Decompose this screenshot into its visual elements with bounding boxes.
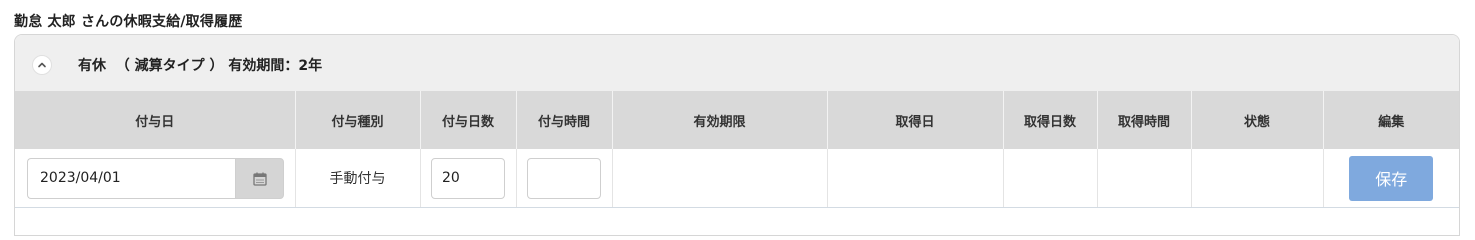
leave-history-panel: 有休 （ 減算タイプ ） 有効期間：2年 付与日 付与種別 付与日数 付与時間 … (14, 34, 1460, 236)
grant-type-cell: 手動付与 (295, 149, 421, 208)
table-header-row: 付与日 付与種別 付与日数 付与時間 有効期限 取得日 取得日数 取得時間 状態… (15, 91, 1459, 149)
column-header-grant-type[interactable]: 付与種別 (295, 91, 421, 149)
column-header-expiry[interactable]: 有効期限 (612, 91, 828, 149)
leave-grant-table: 付与日 付与種別 付与日数 付与時間 有効期限 取得日 取得日数 取得時間 状態… (15, 91, 1459, 208)
grant-date-picker (27, 157, 284, 199)
save-button[interactable]: 保存 (1349, 155, 1434, 201)
calendar-icon (253, 172, 267, 186)
collapse-button[interactable] (32, 55, 52, 75)
panel-title: 有休 （ 減算タイプ ） 有効期間：2年 (78, 58, 323, 74)
acquired-date-cell (827, 149, 1004, 208)
acquired-hours-cell (1097, 149, 1192, 208)
edit-cell: 保存 (1323, 149, 1459, 208)
grant-days-cell (420, 149, 517, 208)
grant-days-input[interactable] (431, 157, 505, 199)
column-header-grant-date[interactable]: 付与日 (15, 91, 296, 149)
column-header-grant-days[interactable]: 付与日数 (420, 91, 517, 149)
acquired-days-cell (1003, 149, 1098, 208)
column-header-edit[interactable]: 編集 (1323, 91, 1459, 149)
column-header-acquired-days[interactable]: 取得日数 (1003, 91, 1098, 149)
grant-hours-cell (516, 149, 613, 208)
status-cell (1191, 149, 1324, 208)
column-header-grant-hours[interactable]: 付与時間 (516, 91, 613, 149)
grant-hours-input[interactable] (527, 157, 601, 199)
expiry-cell (612, 149, 828, 208)
chevron-up-icon (38, 62, 46, 68)
column-header-status[interactable]: 状態 (1191, 91, 1324, 149)
grant-date-input[interactable] (27, 157, 235, 199)
panel-header: 有休 （ 減算タイプ ） 有効期間：2年 (15, 35, 1459, 92)
column-header-acquired-hours[interactable]: 取得時間 (1097, 91, 1192, 149)
page-title: 勤怠 太郎 さんの休暇支給/取得履歴 (14, 14, 243, 30)
grant-date-cell (15, 149, 296, 208)
calendar-button[interactable] (235, 157, 284, 199)
column-header-acquired-date[interactable]: 取得日 (827, 91, 1004, 149)
table-row: 手動付与 保存 (15, 149, 1459, 208)
